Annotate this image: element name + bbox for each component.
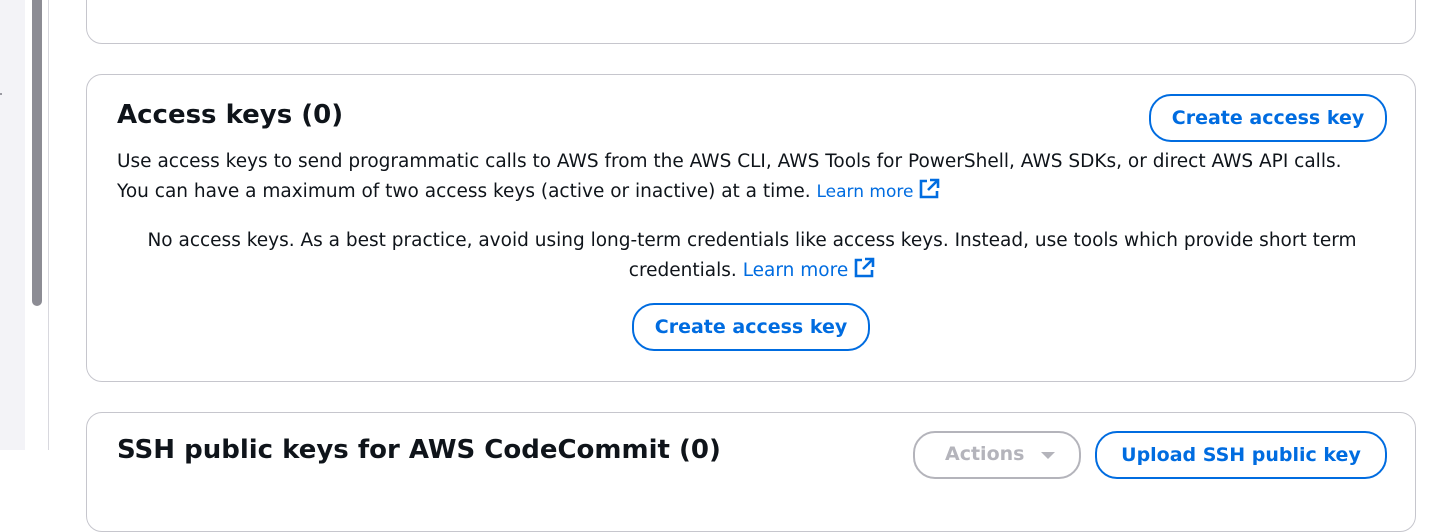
upload-ssh-key-button[interactable]: Upload SSH public key [1095, 431, 1387, 479]
ssh-keys-title: SSH public keys for AWS CodeCommit (0) [117, 435, 721, 465]
panel-divider [48, 0, 49, 450]
description-line-2: You can have a maximum of two access key… [117, 181, 811, 202]
external-link-icon [918, 178, 940, 210]
side-panel-strip [0, 0, 25, 450]
scrollbar-thumb[interactable] [32, 0, 42, 306]
external-link-icon [853, 257, 875, 289]
create-access-key-button[interactable]: Create access key [1149, 94, 1387, 142]
learn-more-label: Learn more [816, 182, 914, 202]
empty-state-message: No access keys. As a best practice, avoi… [117, 226, 1387, 289]
empty-learn-more-link[interactable]: Learn more [742, 257, 876, 281]
actions-dropdown[interactable]: Actions [913, 431, 1081, 479]
side-panel-marker [0, 93, 2, 95]
access-keys-description: Use access keys to send programmatic cal… [117, 147, 1397, 210]
actions-label: Actions [945, 443, 1025, 465]
access-keys-card: Access keys (0) Create access key Use ac… [86, 74, 1416, 382]
previous-section-card [86, 0, 1416, 44]
access-keys-title: Access keys (0) [117, 100, 344, 130]
empty-create-access-key-button[interactable]: Create access key [632, 303, 870, 351]
empty-learn-more-label: Learn more [742, 260, 849, 281]
ssh-keys-card: SSH public keys for AWS CodeCommit (0) A… [86, 412, 1416, 532]
learn-more-link[interactable]: Learn more [816, 178, 940, 202]
description-line-1: Use access keys to send programmatic cal… [117, 151, 1342, 172]
caret-down-icon [1041, 452, 1055, 459]
